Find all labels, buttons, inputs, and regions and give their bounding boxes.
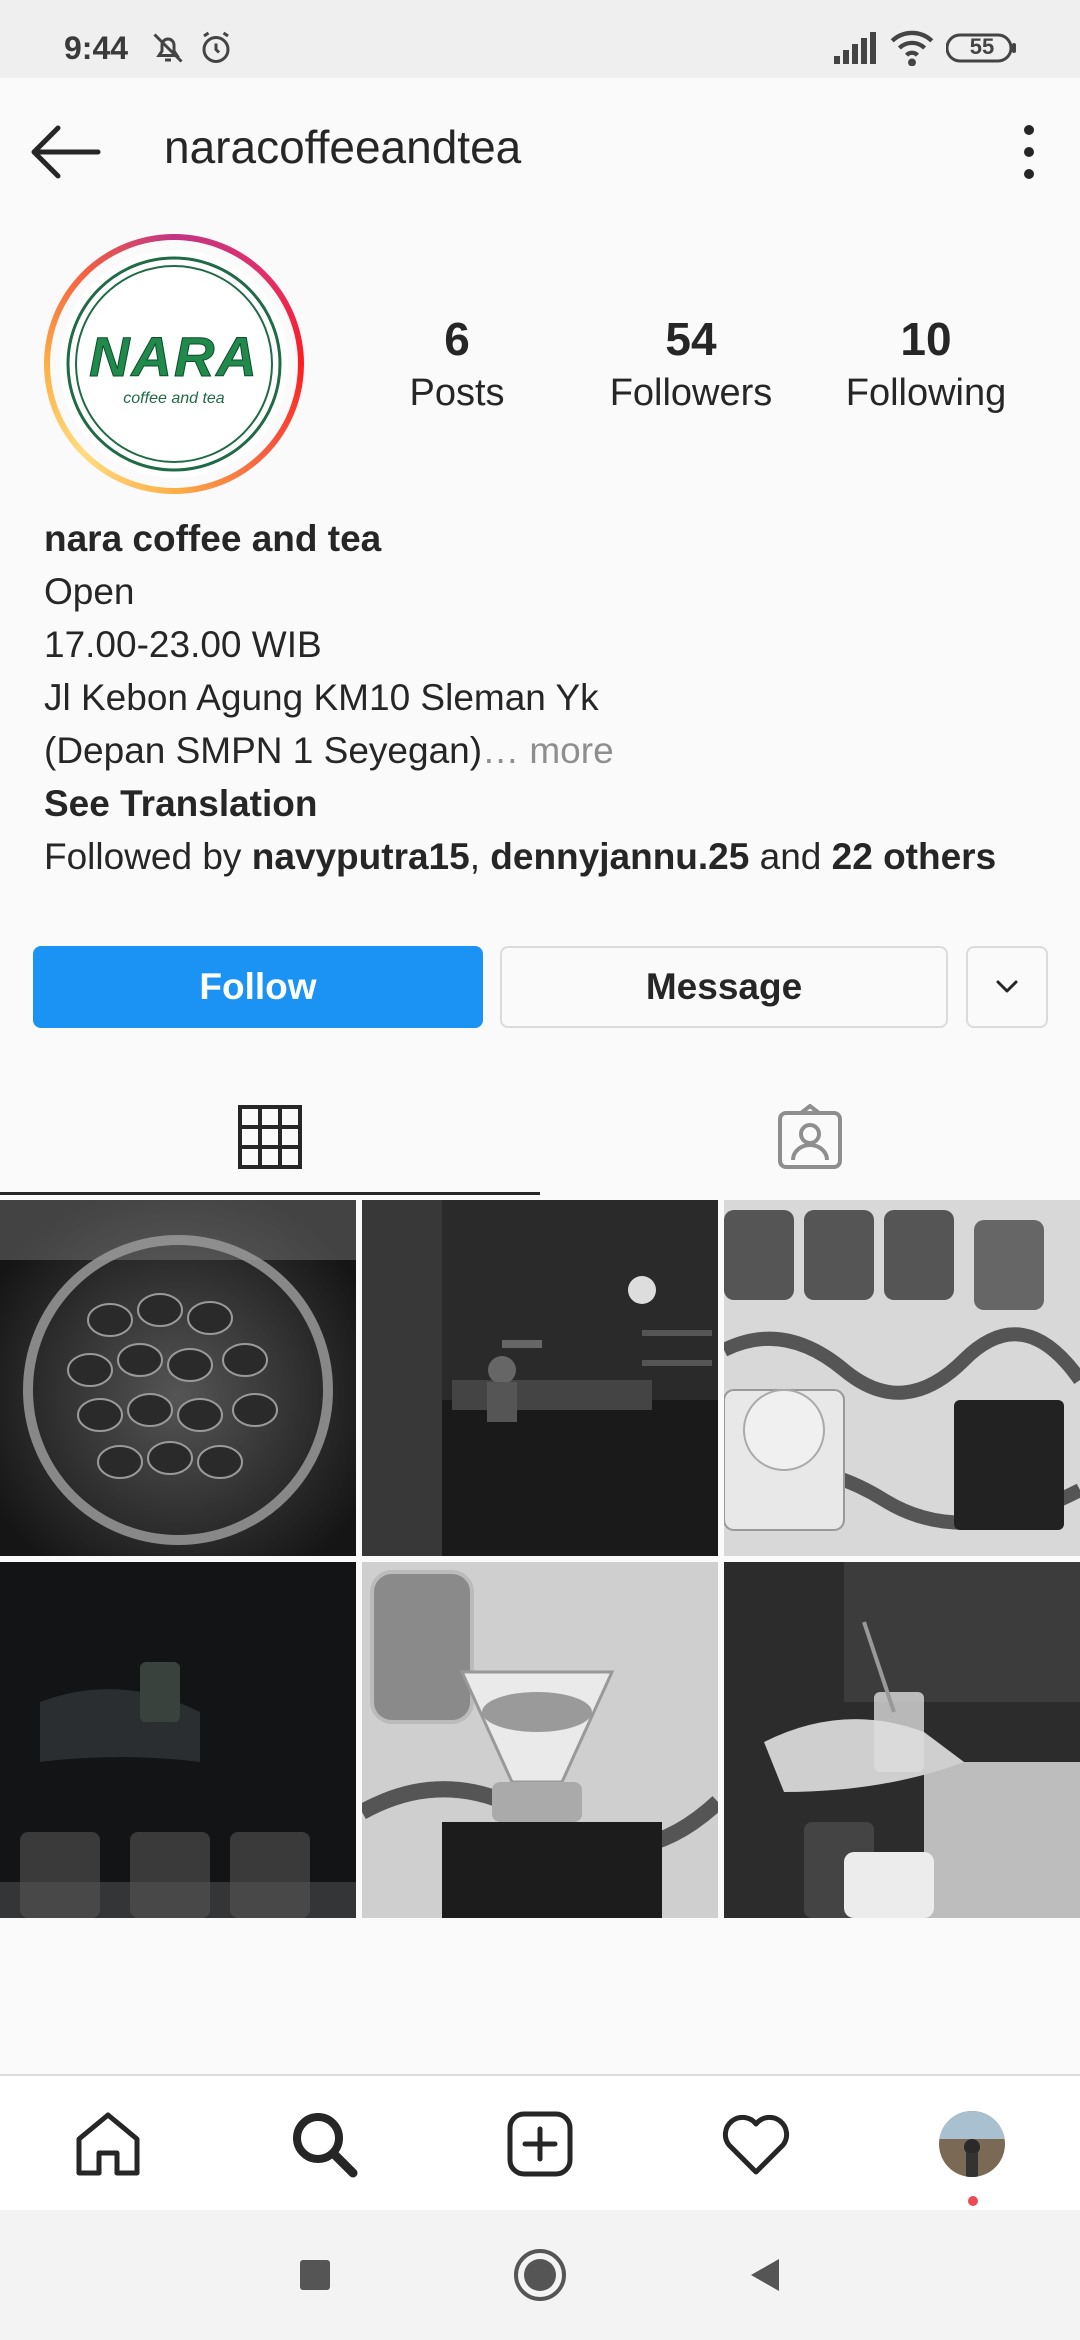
battery-level: 55 bbox=[969, 34, 995, 59]
followers-label: Followers bbox=[609, 372, 773, 414]
display-name: nara coffee and tea bbox=[44, 518, 382, 559]
profile-avatar[interactable]: NARA coffee and tea bbox=[44, 234, 304, 494]
bio-line: (Depan SMPN 1 Seyegan) bbox=[44, 730, 483, 771]
profile-bio: nara coffee and tea Open 17.00-23.00 WIB… bbox=[44, 512, 1044, 883]
status-bar: 9:44 55 bbox=[0, 0, 1080, 78]
followed-sep: , bbox=[469, 836, 491, 877]
post-thumbnail[interactable] bbox=[0, 1200, 356, 1556]
followed-user-link[interactable]: navyputra15 bbox=[252, 836, 470, 877]
add-post-icon bbox=[507, 2111, 573, 2177]
grid-icon bbox=[238, 1105, 302, 1169]
followers-stat[interactable]: 54 Followers bbox=[596, 310, 786, 418]
wifi-icon bbox=[890, 30, 934, 71]
following-stat[interactable]: 10 Following bbox=[836, 310, 1016, 418]
back-system-button[interactable] bbox=[730, 2240, 800, 2310]
bottom-navigation bbox=[0, 2074, 1080, 2210]
circle-icon bbox=[514, 2249, 566, 2301]
arrow-left-icon bbox=[31, 125, 101, 179]
message-button[interactable]: Message bbox=[500, 946, 948, 1028]
nara-logo: NARA coffee and tea bbox=[60, 250, 288, 478]
tab-tagged[interactable] bbox=[540, 1076, 1080, 1198]
post-thumbnail[interactable] bbox=[724, 1562, 1080, 1918]
status-time: 9:44 bbox=[64, 30, 129, 66]
post-thumbnail[interactable] bbox=[362, 1200, 718, 1556]
alarm-icon bbox=[198, 30, 234, 71]
profile-tabs bbox=[0, 1076, 1080, 1198]
tab-grid[interactable] bbox=[0, 1076, 540, 1198]
post-thumbnail[interactable] bbox=[362, 1562, 718, 1918]
profile-avatar-icon bbox=[939, 2111, 1005, 2177]
followed-by-prefix: Followed by bbox=[44, 836, 252, 877]
back-button[interactable] bbox=[26, 112, 106, 192]
chevron-down-icon bbox=[996, 980, 1018, 993]
following-count: 10 bbox=[900, 313, 952, 365]
tab-active-indicator bbox=[0, 1192, 540, 1195]
home-icon bbox=[76, 2112, 140, 2176]
notification-dot bbox=[968, 2196, 978, 2206]
tagged-person-icon bbox=[778, 1104, 842, 1169]
nav-activity[interactable] bbox=[648, 2076, 864, 2212]
more-link[interactable]: … more bbox=[482, 730, 614, 771]
more-vertical-icon bbox=[1024, 125, 1034, 179]
triangle-back-icon bbox=[751, 2259, 779, 2291]
posts-stat[interactable]: 6 Posts bbox=[382, 310, 532, 418]
bell-off-icon bbox=[150, 30, 186, 71]
logo-text: NARA bbox=[89, 325, 259, 389]
heart-icon bbox=[722, 2114, 790, 2175]
logo-subtext: coffee and tea bbox=[123, 390, 225, 407]
more-options-button[interactable] bbox=[1004, 116, 1054, 186]
following-label: Following bbox=[845, 372, 1007, 414]
followed-and: and bbox=[749, 836, 832, 877]
post-thumbnail[interactable] bbox=[0, 1562, 356, 1918]
app-bar: naracoffeeandtea bbox=[0, 78, 1080, 214]
bio-line: Jl Kebon Agung KM10 Sleman Yk bbox=[44, 677, 599, 718]
posts-label: Posts bbox=[409, 372, 505, 414]
square-icon bbox=[300, 2260, 330, 2290]
followed-by: Followed by navyputra15, dennyjannu.25 a… bbox=[44, 830, 1044, 883]
nav-profile[interactable] bbox=[864, 2076, 1080, 2212]
system-navigation bbox=[0, 2210, 1080, 2340]
bio-line: 17.00-23.00 WIB bbox=[44, 624, 322, 665]
followed-user-link[interactable]: dennyjannu.25 bbox=[490, 836, 749, 877]
home-system-button[interactable] bbox=[505, 2240, 575, 2310]
follow-button[interactable]: Follow bbox=[33, 946, 483, 1028]
signal-icon bbox=[834, 32, 878, 69]
profile-username: naracoffeeandtea bbox=[164, 121, 522, 173]
nav-create[interactable] bbox=[432, 2076, 648, 2212]
suggested-dropdown-button[interactable] bbox=[966, 946, 1048, 1028]
post-thumbnail[interactable] bbox=[724, 1200, 1080, 1556]
nav-search[interactable] bbox=[216, 2076, 432, 2212]
recents-button[interactable] bbox=[280, 2240, 350, 2310]
nav-home[interactable] bbox=[0, 2076, 216, 2212]
search-icon bbox=[293, 2113, 358, 2178]
bio-line: Open bbox=[44, 571, 135, 612]
see-translation-link[interactable]: See Translation bbox=[44, 777, 1044, 830]
posts-count: 6 bbox=[444, 313, 470, 365]
followed-others-link[interactable]: 22 others bbox=[832, 836, 997, 877]
followers-count: 54 bbox=[665, 313, 717, 365]
bio-line-last: (Depan SMPN 1 Seyegan)… more bbox=[44, 724, 1044, 777]
